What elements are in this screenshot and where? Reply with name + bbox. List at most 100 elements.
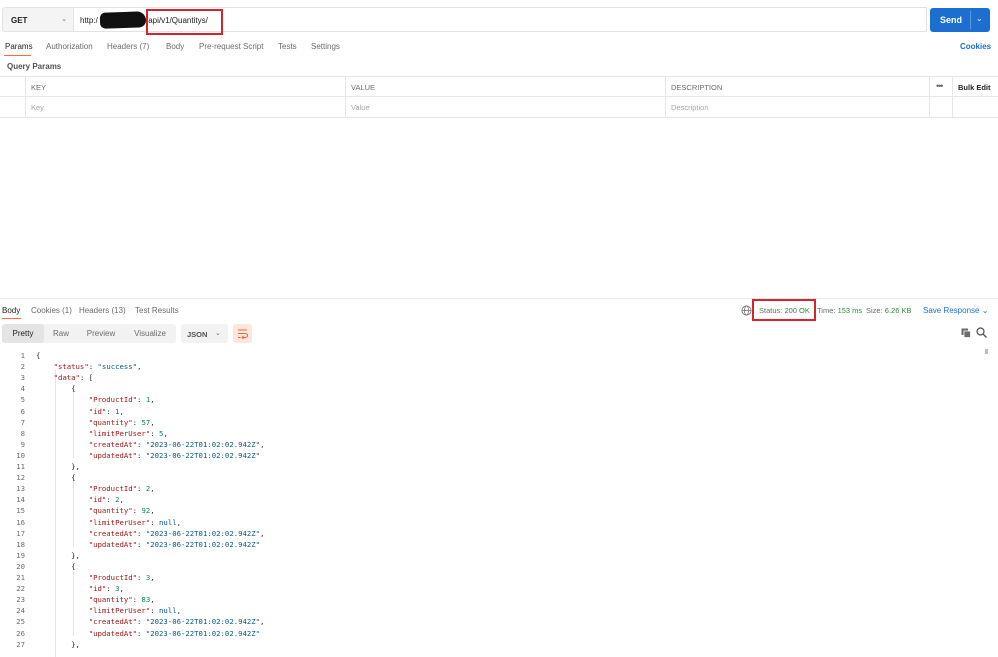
- tab-tests[interactable]: Tests: [278, 42, 297, 51]
- code-token: "quantity": [88, 595, 133, 605]
- line-number: 21: [16, 573, 25, 582]
- code-line: 11 },: [0, 462, 990, 473]
- save-response-label: Save Response: [923, 306, 980, 315]
- code-token: :: [137, 439, 146, 449]
- chevron-down-icon: ⌄: [61, 16, 67, 23]
- cookies-link[interactable]: Cookies: [960, 42, 991, 51]
- code-token: "updatedAt": [88, 628, 138, 638]
- code-token: "ProductId": [88, 395, 138, 405]
- code-line: 21 "ProductId": 3,: [0, 573, 990, 584]
- line-number: 25: [16, 617, 25, 627]
- code-token: "2023-06-22T01:02:02.942Z": [145, 628, 261, 638]
- code-line: 4 {: [0, 384, 990, 395]
- code-line: 10 "updatedAt": "2023-06-22T01:02:02.942…: [0, 451, 990, 462]
- url-annotation-box: [146, 9, 223, 35]
- code-token: "status": [53, 362, 89, 372]
- save-response-button[interactable]: Save Response ⌄: [923, 306, 988, 315]
- code-token: null: [159, 606, 177, 616]
- code-line: 6 "id": 1,: [0, 407, 990, 418]
- view-mode-visualize[interactable]: Visualize: [124, 324, 176, 343]
- send-divider: [970, 11, 971, 29]
- response-body-editor[interactable]: 1{2 "status": "success", 3 "data": [4 {5 …: [0, 350, 998, 657]
- code-token: {: [36, 473, 76, 483]
- tab-settings[interactable]: Settings: [311, 42, 340, 51]
- code-text: "ProductId": 3,: [36, 573, 155, 582]
- line-number: 22: [16, 584, 25, 594]
- wrap-lines-icon[interactable]: [233, 324, 252, 343]
- response-tab-headers[interactable]: Headers (13): [79, 306, 126, 315]
- code-token: null: [159, 517, 177, 527]
- value-input[interactable]: Value: [351, 103, 370, 112]
- code-text: "quantity": 83,: [36, 595, 155, 604]
- code-token: },: [36, 639, 80, 649]
- code-line: 13 "ProductId": 2,: [0, 484, 990, 495]
- chevron-down-icon: ⌄: [215, 330, 221, 337]
- line-number: 15: [16, 506, 25, 516]
- description-input[interactable]: Description: [671, 103, 709, 112]
- code-line: 12 {: [0, 473, 990, 484]
- code-token: "data": [53, 373, 80, 383]
- tab-headers[interactable]: Headers (7): [107, 42, 149, 51]
- response-tab-body[interactable]: Body: [2, 306, 20, 315]
- globe-icon[interactable]: [741, 305, 752, 316]
- bulk-edit-button[interactable]: Bulk Edit: [958, 83, 991, 92]
- scrollbar-marker[interactable]: [985, 349, 988, 354]
- code-text: "ProductId": 1,: [36, 395, 155, 404]
- tab-params[interactable]: Params: [5, 42, 33, 51]
- search-icon[interactable]: [976, 327, 987, 338]
- code-token: :: [137, 528, 146, 538]
- tab-pre-request-script[interactable]: Pre-request Script: [199, 42, 263, 51]
- line-number: 12: [16, 473, 25, 483]
- code-token: 83: [141, 595, 151, 605]
- method-select[interactable]: GET ⌄: [2, 7, 74, 32]
- line-number: 11: [16, 462, 25, 471]
- format-select[interactable]: JSON ⌄: [181, 324, 228, 343]
- query-params-title: Query Params: [7, 62, 62, 71]
- code-line: 3 "data": [: [0, 373, 990, 384]
- code-text: },: [36, 462, 80, 471]
- code-token: "ProductId": [88, 573, 138, 582]
- code-token: ,: [119, 406, 124, 416]
- column-divider: [665, 77, 666, 118]
- code-text: "ProductId": 2,: [36, 484, 155, 493]
- response-tab-test-results[interactable]: Test Results: [135, 306, 179, 315]
- code-text: "id": 1,: [36, 407, 124, 416]
- code-token: ,: [150, 595, 155, 605]
- send-button[interactable]: Send ⌄: [930, 8, 990, 32]
- code-token: ,: [150, 506, 155, 516]
- copy-icon[interactable]: [961, 328, 971, 338]
- code-text: "createdAt": "2023-06-22T01:02:02.942Z",: [36, 617, 265, 626]
- code-token: "createdAt": [88, 439, 138, 449]
- view-mode-preview[interactable]: Preview: [78, 324, 124, 343]
- code-token: :: [88, 362, 98, 372]
- query-params-table: KEY VALUE DESCRIPTION ••• Bulk Edit Key …: [0, 76, 998, 118]
- view-mode-raw[interactable]: Raw: [44, 324, 78, 343]
- key-input[interactable]: Key: [31, 103, 44, 112]
- response-divider[interactable]: [0, 298, 998, 299]
- code-token: ,: [119, 495, 124, 505]
- tab-authorization[interactable]: Authorization: [46, 42, 93, 51]
- code-text: {: [36, 384, 75, 393]
- column-header-description: DESCRIPTION: [671, 83, 723, 92]
- line-number: 9: [20, 439, 25, 449]
- tab-body[interactable]: Body: [166, 42, 184, 51]
- chevron-down-icon: ⌄: [981, 306, 989, 315]
- code-token: },: [36, 550, 80, 560]
- view-mode-pretty[interactable]: Pretty: [2, 324, 44, 343]
- more-options-icon[interactable]: •••: [936, 81, 944, 91]
- code-line: 15 "quantity": 92,: [0, 506, 990, 517]
- code-token: : [: [79, 373, 94, 383]
- code-token: ,: [137, 362, 142, 372]
- line-number: 20: [16, 561, 25, 571]
- line-number: 8: [20, 428, 25, 438]
- chevron-down-icon[interactable]: ⌄: [976, 14, 983, 23]
- response-tab-cookies[interactable]: Cookies (1): [31, 306, 72, 315]
- code-token: ,: [163, 428, 168, 438]
